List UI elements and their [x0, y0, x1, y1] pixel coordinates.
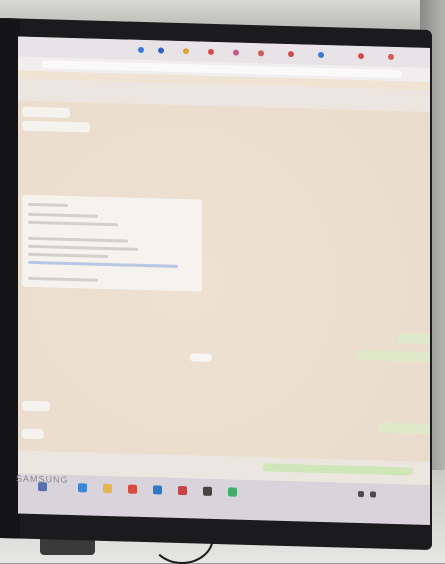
tab-favicon-9[interactable]	[358, 52, 364, 60]
wifi-icon[interactable]	[358, 490, 364, 498]
message-incoming-blurred	[22, 428, 44, 440]
tab-favicon-4[interactable]	[208, 48, 214, 55]
text-line	[28, 202, 68, 207]
text-line	[28, 276, 98, 282]
document-message-card[interactable]	[22, 194, 202, 292]
message-incoming-blurred	[22, 106, 70, 118]
tab-favicon-7[interactable]	[288, 51, 294, 58]
browser-icon[interactable]	[78, 483, 87, 493]
outgoing-link-message-blurred	[263, 463, 413, 476]
text-line	[28, 260, 178, 268]
monitor-brand-logo: SAMSUNG	[16, 473, 69, 485]
message-incoming-blurred	[22, 120, 90, 133]
text-line	[28, 220, 118, 227]
chrome-icon[interactable]	[128, 484, 137, 494]
text-line	[28, 236, 128, 243]
message-incoming-blurred	[22, 400, 50, 412]
edge-icon[interactable]	[153, 485, 162, 495]
whatsapp-icon[interactable]	[228, 487, 237, 497]
file-explorer-icon[interactable]	[103, 483, 112, 494]
message-outgoing-blurred	[358, 349, 430, 363]
tab-favicon-3[interactable]	[183, 48, 189, 55]
monitor: SAMSUNG	[0, 18, 432, 551]
tab-favicon-2[interactable]	[158, 47, 164, 54]
speaker-icon[interactable]	[370, 491, 376, 498]
date-separator	[190, 353, 212, 362]
text-line	[28, 252, 108, 259]
monitor-left-bezel	[0, 18, 20, 539]
text-line	[28, 244, 138, 251]
app-icon[interactable]	[203, 486, 212, 496]
chat-area	[18, 100, 430, 463]
tab-favicon-5[interactable]	[233, 49, 239, 56]
tab-favicon-6[interactable]	[258, 50, 264, 57]
tab-favicon-1[interactable]	[138, 46, 144, 54]
text-line	[28, 212, 98, 218]
screen	[18, 36, 430, 489]
tab-favicon-10[interactable]	[388, 53, 394, 61]
message-outgoing-blurred	[378, 422, 430, 435]
app-icon[interactable]	[178, 485, 187, 496]
tab-favicon-8[interactable]	[318, 51, 324, 59]
message-outgoing-blurred	[398, 333, 430, 345]
